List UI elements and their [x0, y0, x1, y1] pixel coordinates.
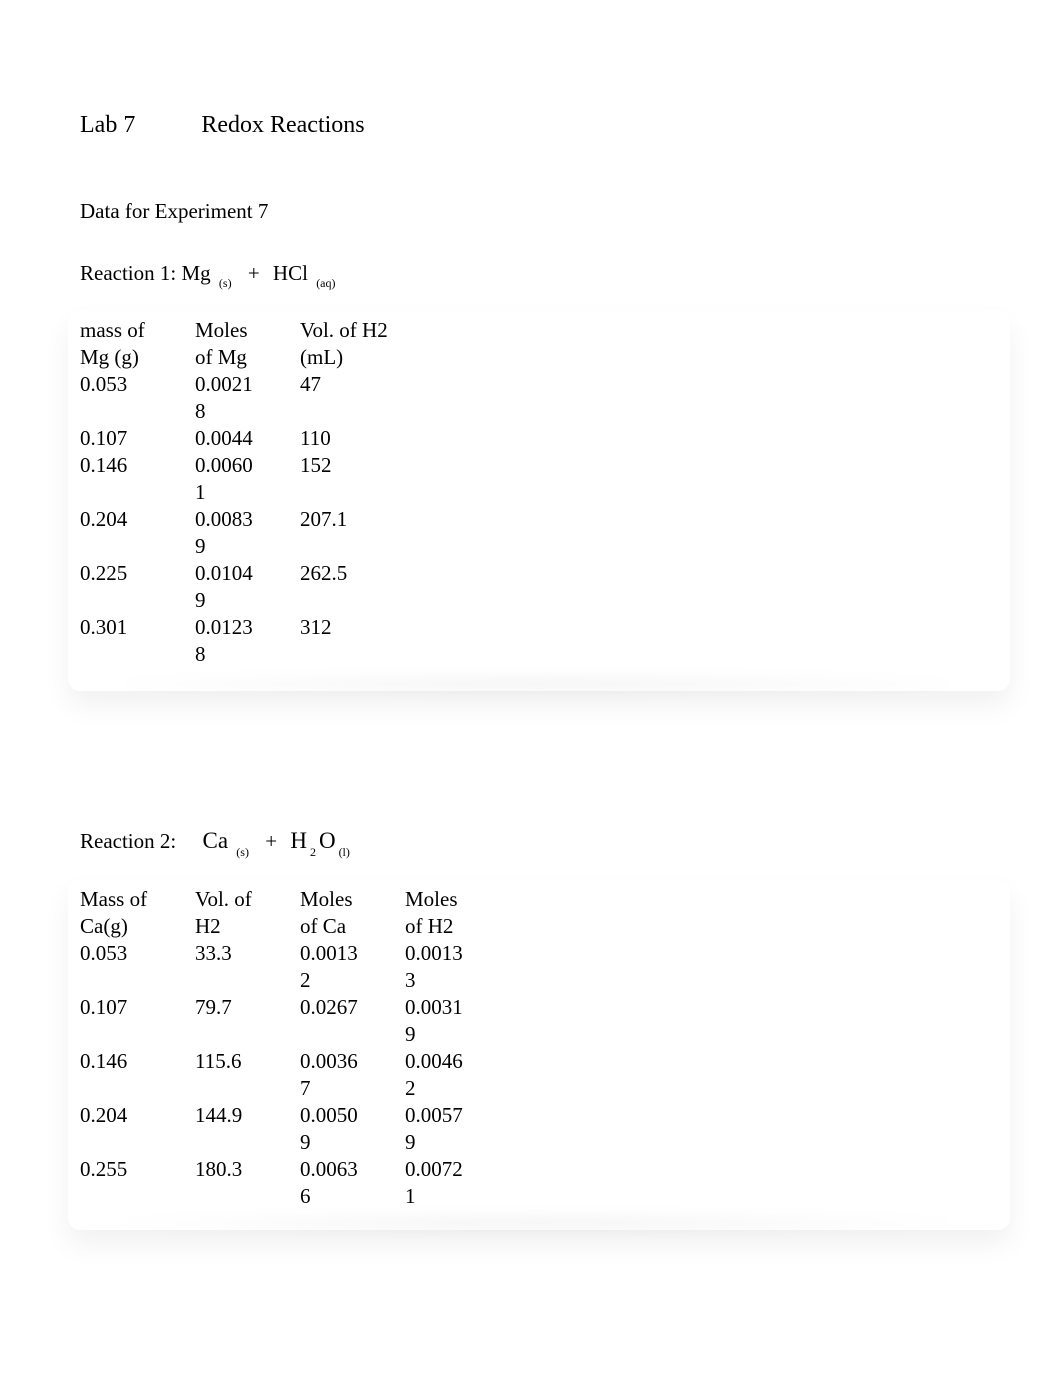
- table-row: 0.0267: [300, 994, 385, 1048]
- table-row: 144.9: [195, 1102, 285, 1156]
- table-row: 0.053: [80, 371, 180, 425]
- table-row: 0.146: [80, 1048, 180, 1102]
- reaction-2-heading: Reaction 2: Ca (s) + H2O(l): [80, 827, 982, 857]
- reaction1-compound2: HCl: [273, 261, 308, 285]
- table1-mass-header1: mass of: [80, 317, 180, 344]
- table-row: 0.0083: [195, 506, 275, 533]
- table1-moles-header1: Moles: [195, 317, 275, 344]
- table-row: 0.146: [80, 452, 180, 506]
- reaction2-prefix: Reaction 2:: [80, 829, 176, 853]
- table-row: 0.107: [80, 994, 180, 1048]
- table-row: 0.0036: [300, 1048, 385, 1075]
- table-row: 3: [405, 967, 490, 994]
- table-row: 0.0046: [405, 1048, 490, 1075]
- reaction1-prefix: Reaction 1: Mg: [80, 261, 211, 285]
- table1-col-volume: Vol. of H2 (mL) 47 110 152 207.1 262.5 3…: [300, 317, 410, 668]
- table-row: 0.107: [80, 425, 180, 452]
- section-title: Data for Experiment 7: [80, 198, 982, 224]
- table-row: 110: [300, 425, 410, 452]
- table-row: 115.6: [195, 1048, 285, 1102]
- table-row: 0.0072: [405, 1156, 490, 1183]
- lab-number: Lab 7: [80, 110, 135, 140]
- lab-title: Redox Reactions: [201, 112, 364, 138]
- table2-col-volume: Vol. of H2 33.3 79.7 115.6 144.9 180.3: [195, 886, 285, 1210]
- table-row: 0.0013: [405, 940, 490, 967]
- table-row: 0.0050: [300, 1102, 385, 1129]
- table-row: 0.204: [80, 1102, 180, 1156]
- table-row: 9: [405, 1129, 490, 1156]
- reaction1-plus: +: [240, 261, 268, 285]
- table-row: 9: [195, 533, 275, 560]
- table-row: 0.0104: [195, 560, 275, 587]
- reaction2-compound2-h: H: [290, 828, 307, 853]
- lab-header: Lab 7 Redox Reactions: [80, 110, 982, 140]
- table-row: 0.053: [80, 940, 180, 994]
- reaction2-sub2: (l): [336, 845, 353, 859]
- table-row: 0.0123: [195, 614, 275, 641]
- table2-molesCa-header2: of Ca: [300, 913, 385, 940]
- table2-vol-header2: H2: [195, 913, 285, 940]
- table-row: 0.0013: [300, 940, 385, 967]
- table2-molesCa-header1: Moles: [300, 886, 385, 913]
- table-row: 9: [300, 1129, 385, 1156]
- table1-vol-header2: (mL): [300, 344, 410, 371]
- table-row: 0.0060: [195, 452, 275, 479]
- table1-col-moles: Moles of Mg 0.0021 8 0.0044 0.0060 1 0.0…: [195, 317, 275, 668]
- table-row: 79.7: [195, 994, 285, 1048]
- table-row: 1: [405, 1183, 490, 1210]
- table1-mass-header2: Mg (g): [80, 344, 180, 371]
- table-row: 312: [300, 614, 410, 668]
- reaction1-table: mass of Mg (g) 0.053 0.107 0.146 0.204 0…: [80, 317, 982, 677]
- table1-col-mass: mass of Mg (g) 0.053 0.107 0.146 0.204 0…: [80, 317, 180, 668]
- reaction2-compound2-sub: 2: [307, 845, 319, 859]
- reaction1-sub1: (s): [216, 276, 235, 290]
- table2-col-moles-ca: Moles of Ca 0.0013 2 0.0267 0.0036 7 0.0…: [300, 886, 385, 1210]
- reaction2-compound1: Ca: [202, 828, 228, 853]
- table-row: 2: [405, 1075, 490, 1102]
- reaction2-plus: +: [257, 829, 285, 853]
- table-row: 0.0063: [300, 1156, 385, 1183]
- reaction2-compound2-o: O: [319, 828, 336, 853]
- table-row: 0.0044: [195, 425, 275, 452]
- table-row: 0.255: [80, 1156, 180, 1210]
- table-row: 0.0031: [405, 994, 490, 1021]
- table2-col-mass: Mass of Ca(g) 0.053 0.107 0.146 0.204 0.…: [80, 886, 180, 1210]
- table-row: 7: [300, 1075, 385, 1102]
- table2-col-moles-h2: Moles of H2 0.0013 3 0.0031 9 0.0046 2 0…: [405, 886, 490, 1210]
- table2-vol-header1: Vol. of: [195, 886, 285, 913]
- table-row: 8: [195, 398, 275, 425]
- table2-molesH2-header1: Moles: [405, 886, 490, 913]
- table-row: 8: [195, 641, 275, 668]
- table-row: 9: [195, 587, 275, 614]
- table-row: 0.0021: [195, 371, 275, 398]
- table2-mass-header1: Mass of: [80, 886, 180, 913]
- table-row: 1: [195, 479, 275, 506]
- table2-mass-header2: Ca(g): [80, 913, 180, 940]
- table-row: 9: [405, 1021, 490, 1048]
- reaction2-table: Mass of Ca(g) 0.053 0.107 0.146 0.204 0.…: [80, 886, 982, 1216]
- table-row: 0.225: [80, 560, 180, 614]
- table2-molesH2-header2: of H2: [405, 913, 490, 940]
- table-row: 6: [300, 1183, 385, 1210]
- table-row: 152: [300, 452, 410, 506]
- table-row: 262.5: [300, 560, 410, 614]
- table-row: 0.204: [80, 506, 180, 560]
- table1-moles-header2: of Mg: [195, 344, 275, 371]
- table-row: 207.1: [300, 506, 410, 560]
- table-row: 180.3: [195, 1156, 285, 1210]
- table-row: 0.0057: [405, 1102, 490, 1129]
- table-row: 0.301: [80, 614, 180, 668]
- table1-vol-header1: Vol. of H2: [300, 317, 410, 344]
- table-row: 47: [300, 371, 410, 425]
- table-row: 33.3: [195, 940, 285, 994]
- table-row: 2: [300, 967, 385, 994]
- reaction1-sub2: (aq): [313, 276, 338, 290]
- reaction-1-heading: Reaction 1: Mg (s) + HCl (aq): [80, 260, 982, 289]
- reaction2-sub1: (s): [233, 845, 252, 859]
